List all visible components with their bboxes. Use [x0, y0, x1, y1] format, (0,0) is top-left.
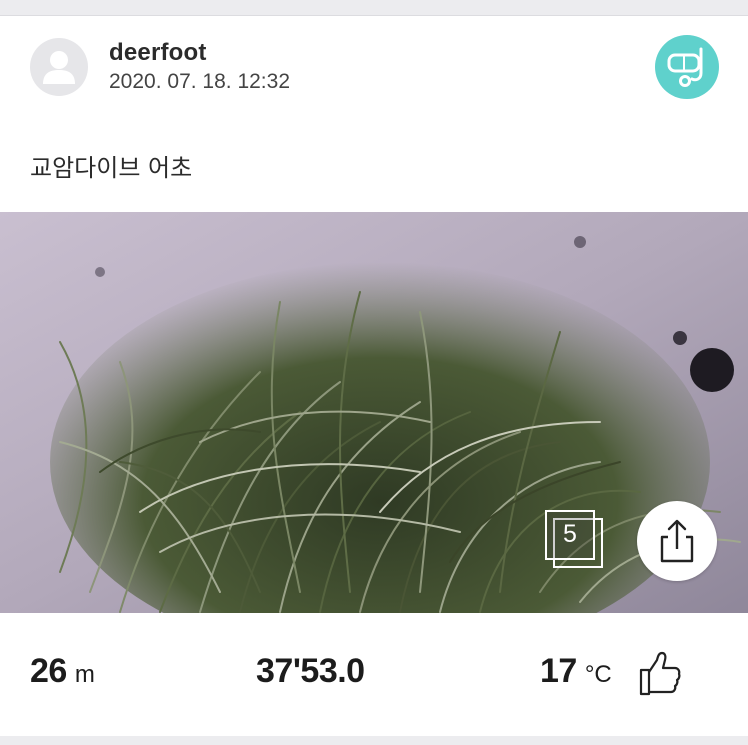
bottom-separator [0, 736, 748, 745]
share-button[interactable] [637, 501, 717, 581]
temperature-value: 17 [540, 652, 577, 690]
post-header: deerfoot 2020. 07. 18. 12:32 [0, 17, 748, 127]
post-timestamp: 2020. 07. 18. 12:32 [109, 70, 290, 93]
photo-count-badge[interactable]: 5 [545, 510, 605, 570]
seagrass-photo-illustration [0, 212, 748, 613]
temperature-stat: 17 °C [540, 652, 612, 691]
post-caption: 교암다이브 어초 [30, 154, 193, 182]
coordinate-value: 37'53.0 [256, 652, 365, 690]
diver-mask-icon[interactable] [655, 35, 719, 99]
user-avatar-icon[interactable] [30, 38, 88, 96]
username[interactable]: deerfoot [109, 39, 207, 67]
thumbs-up-icon [639, 651, 681, 696]
depth-stat: 26 m [30, 652, 95, 691]
dive-stats-bar: 26 m 37'53.0 17 °C [0, 613, 748, 735]
like-button[interactable] [638, 650, 682, 696]
temperature-unit: °C [584, 661, 612, 688]
photo-count: 5 [563, 520, 577, 548]
share-icon [660, 519, 694, 563]
depth-unit: m [74, 661, 95, 688]
dive-photo[interactable] [0, 212, 748, 613]
top-separator [0, 0, 748, 16]
depth-value: 26 [30, 652, 67, 690]
coordinate-stat: 37'53.0 [256, 652, 365, 691]
